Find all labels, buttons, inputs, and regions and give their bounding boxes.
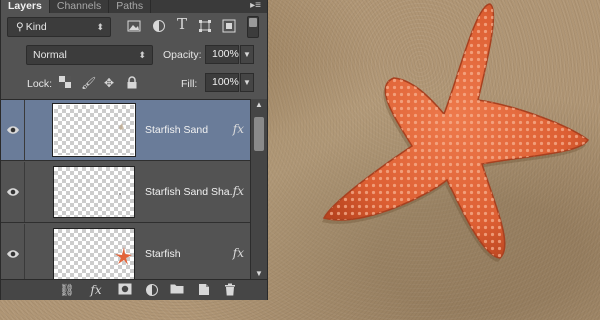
layer-name[interactable]: Starfish Sand [145,124,208,136]
opacity-input[interactable]: 100% [205,45,239,64]
layer-thumbnail[interactable] [52,103,136,157]
lock-position-icon[interactable]: ✥ [102,76,116,90]
layer-row[interactable]: Starfish Sand fx [1,100,250,161]
shadow-thumbnail-mark [119,193,121,195]
fill-dropdown-button[interactable]: ▼ [240,73,254,92]
layers-panel-footer: ⛓ fx [1,279,267,300]
fill-input[interactable]: 100% [205,73,239,92]
visibility-cell[interactable] [1,224,25,279]
link-layers-icon[interactable]: ⛓ [59,283,75,298]
layer-row[interactable]: Starfish fx [1,224,250,279]
opacity-label: Opacity: [163,49,202,61]
filter-toggle-knob [249,18,257,27]
add-layer-style-button[interactable]: fx [88,283,104,298]
filter-kind-label: Kind [25,21,47,33]
eye-icon[interactable] [6,123,20,137]
shape-filter-icon[interactable] [197,19,213,33]
filter-kind-select[interactable]: ⚲ Kind ⬍ [7,17,111,37]
chevron-updown-icon: ⬍ [138,50,146,60]
smart-object-filter-icon[interactable] [221,19,237,33]
image-filter-icon[interactable] [126,19,142,33]
layer-effects-icon[interactable]: fx [233,246,244,260]
new-layer-icon[interactable] [196,283,212,298]
filter-toggle-switch[interactable] [247,16,259,38]
search-icon: ⚲ [16,21,24,33]
type-filter-icon[interactable]: T [174,15,190,33]
layers-scrollbar[interactable]: ▲ ▼ [250,99,267,279]
blend-mode-value: Normal [33,49,67,61]
visibility-cell[interactable] [1,162,25,222]
lock-image-pixels-icon[interactable]: 🖌 [81,76,96,90]
layer-name[interactable]: Starfish [145,248,181,260]
layers-panel: Layers Channels Paths ▸≡ ⚲ Kind ⬍ T Norma… [0,0,268,300]
layer-effects-icon[interactable]: fx [233,184,244,198]
layer-effects-icon[interactable]: fx [233,122,244,136]
tab-layers[interactable]: Layers [1,0,50,13]
eye-icon[interactable] [6,185,20,199]
starfish-thumbnail-mark [115,247,132,265]
sand-thumbnail-mark [119,123,124,130]
eye-icon[interactable] [6,247,20,261]
panel-menu-icon[interactable]: ▸≡ [250,1,261,11]
new-group-folder-icon[interactable] [169,283,185,298]
delete-layer-trash-icon[interactable] [222,283,238,298]
adjustment-filter-icon[interactable] [151,19,167,33]
lock-all-icon[interactable] [125,76,139,90]
visibility-cell[interactable] [1,100,25,160]
new-adjustment-layer-icon[interactable] [144,283,160,298]
fill-label: Fill: [181,78,198,90]
lock-label: Lock: [27,78,53,90]
lock-transparent-pixels-icon[interactable] [58,76,72,90]
add-layer-mask-icon[interactable] [117,283,133,298]
scroll-up-icon[interactable]: ▲ [255,100,263,109]
scroll-down-icon[interactable]: ▼ [255,269,263,278]
layer-thumbnail[interactable] [53,228,135,279]
tab-paths[interactable]: Paths [109,0,152,13]
scrollbar-thumb[interactable] [254,117,264,151]
starfish-image [322,3,589,262]
chevron-updown-icon: ⬍ [96,22,104,32]
opacity-dropdown-button[interactable]: ▼ [240,45,254,64]
add-layer-style-label: fx [90,283,102,297]
tab-channels[interactable]: Channels [50,0,110,13]
layer-thumbnail[interactable] [53,166,135,218]
panel-tab-bar: Layers Channels Paths ▸≡ [1,0,267,13]
layer-name[interactable]: Starfish Sand Sha... [145,186,238,198]
layers-list: Starfish Sand fx Starfish Sand Sha... fx… [1,99,250,279]
blend-mode-select[interactable]: Normal ⬍ [26,45,153,65]
layer-row[interactable]: Starfish Sand Sha... fx [1,162,250,223]
